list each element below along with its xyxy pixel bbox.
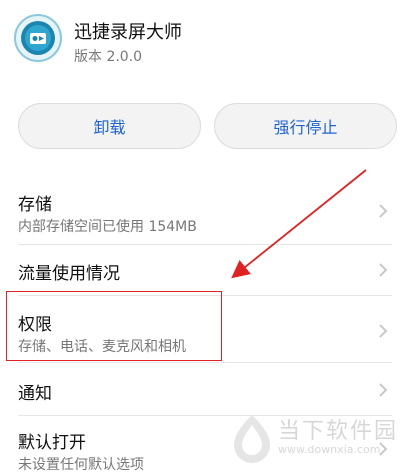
row-title: 通知 — [18, 384, 52, 404]
watermark-brand: 当下软件园 — [278, 419, 399, 444]
app-icon — [14, 14, 62, 62]
row-title: 流量使用情况 — [18, 264, 120, 284]
app-name: 迅捷录屏大师 — [74, 22, 182, 43]
app-header: 迅捷录屏大师 版本 2.0.0 — [0, 0, 410, 88]
row-subtitle: 存储、电话、麦克风和相机 — [18, 339, 186, 355]
row-title: 存储 — [18, 195, 52, 215]
uninstall-button[interactable]: 卸载 — [18, 103, 201, 149]
row-subtitle: 内部存储空间已使用 154MB — [18, 219, 197, 235]
settings-row-storage[interactable]: 存储 内部存储空间已使用 154MB — [0, 178, 410, 244]
force-stop-button[interactable]: 强行停止 — [214, 103, 397, 149]
settings-row-notifications[interactable]: 通知 — [0, 363, 410, 415]
watermark-url: www.downxia.com — [278, 443, 381, 456]
chevron-right-icon — [379, 324, 388, 338]
chevron-right-icon — [379, 263, 388, 277]
settings-row-permissions[interactable]: 权限 存储、电话、麦克风和相机 — [0, 296, 410, 362]
watermark-logo-icon — [234, 415, 270, 463]
chevron-right-icon — [379, 204, 388, 218]
app-version: 版本 2.0.0 — [74, 49, 143, 65]
watermark: 当下软件园 www.downxia.com — [226, 409, 406, 469]
row-title: 默认打开 — [18, 433, 86, 453]
chevron-right-icon — [379, 383, 388, 397]
row-title: 权限 — [18, 315, 52, 335]
row-subtitle: 未设置任何默认选项 — [18, 457, 144, 473]
settings-row-data-usage[interactable]: 流量使用情况 — [0, 245, 410, 295]
